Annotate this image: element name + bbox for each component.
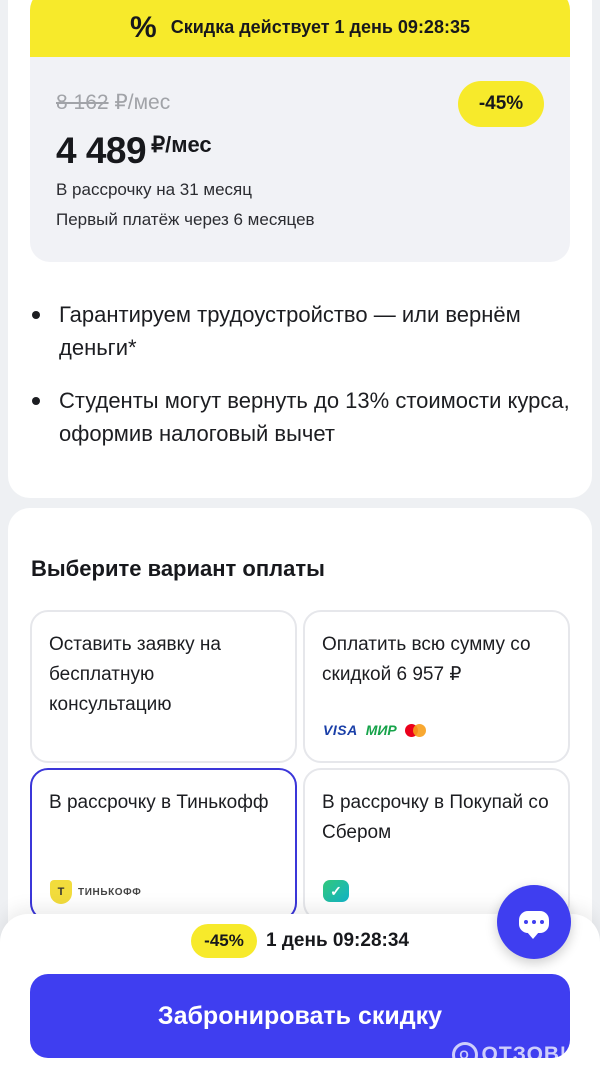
tinkoff-logo-text: ТИНЬКОФФ — [78, 886, 142, 898]
tinkoff-shield-icon: Т — [50, 880, 72, 904]
discount-timer-banner: % Скидка действует 1 день 09:28:35 — [30, 0, 570, 57]
payment-option-full[interactable]: Оплатить всю сумму со скидкой 6 957 ₽ VI… — [303, 610, 570, 763]
new-price-unit: ₽/мес — [151, 132, 212, 157]
benefits-list: Гарантируем трудоустройство — или вернём… — [30, 298, 570, 470]
tinkoff-logo: Т ТИНЬКОФФ — [50, 880, 141, 904]
discount-timer-text: Скидка действует 1 день 09:28:35 — [170, 17, 470, 37]
discount-badge: -45% — [458, 81, 544, 127]
mir-logo: МИР — [365, 722, 397, 738]
benefit-item: Гарантируем трудоустройство — или вернём… — [30, 298, 570, 364]
footer-discount-badge: -45% — [191, 924, 258, 958]
sber-icon: ✓ — [323, 880, 349, 902]
benefit-item: Студенты могут вернуть до 13% стоимости … — [30, 384, 570, 450]
otzovik-icon: О — [451, 1042, 478, 1068]
watermark: О ОТЗОВИК — [451, 1042, 590, 1068]
payment-title: Выберите вариант оплаты — [31, 556, 325, 581]
watermark-text: ОТЗОВИК — [481, 1043, 590, 1066]
percent-icon: % — [130, 10, 157, 44]
payment-option-label: В рассрочку в Тинькофф — [49, 792, 269, 813]
payment-option-label: Оставить заявку на бесплатную консультац… — [49, 634, 221, 715]
footer-timer: 1 день 09:28:34 — [266, 930, 409, 951]
installment-text: В рассрочку на 31 месяц — [56, 180, 252, 199]
card-logos: VISA МИР — [323, 722, 427, 738]
discount-box: % Скидка действует 1 день 09:28:35 8 162… — [30, 0, 570, 262]
first-payment-text: Первый платёж через 6 месяцев — [56, 210, 315, 229]
new-price: 4 489 ₽/мес — [56, 130, 212, 172]
chat-icon — [519, 911, 549, 939]
old-price-unit: ₽/мес — [114, 91, 171, 114]
visa-logo: VISA — [323, 722, 358, 738]
payment-option-label: В рассрочку в Покупай со Сбером — [322, 792, 549, 843]
old-price: 8 162 ₽/мес — [56, 90, 170, 115]
mastercard-icon — [404, 723, 427, 737]
chat-button[interactable] — [497, 885, 571, 959]
payment-option-label: Оплатить всю сумму со скидкой 6 957 ₽ — [322, 634, 531, 685]
new-price-value: 4 489 — [56, 130, 147, 171]
payment-option-consultation[interactable]: Оставить заявку на бесплатную консультац… — [30, 610, 297, 763]
payment-option-tinkoff[interactable]: В рассрочку в Тинькофф Т ТИНЬКОФФ — [30, 768, 297, 921]
old-price-value: 8 162 — [56, 91, 109, 114]
